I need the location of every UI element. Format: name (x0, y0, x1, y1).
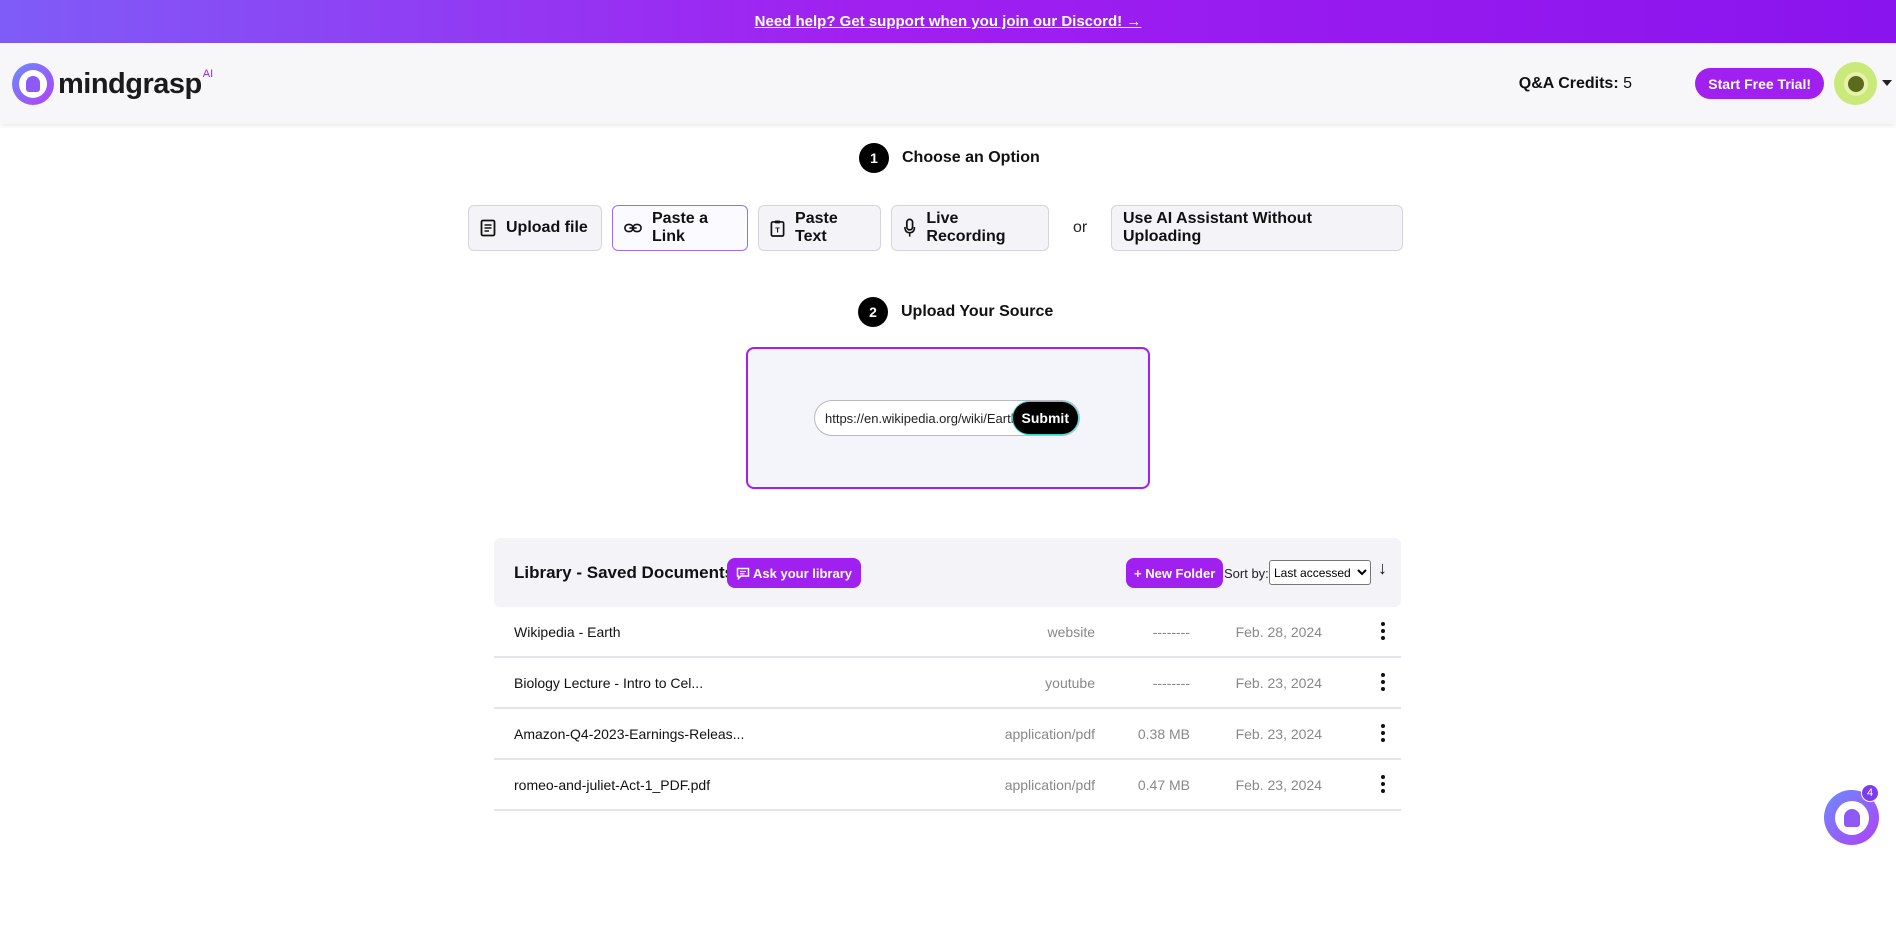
step-2-number: 2 (858, 297, 888, 327)
avatar-icon (1843, 71, 1868, 96)
ai-assistant-label: Use AI Assistant Without Uploading (1123, 210, 1312, 245)
link-url-input[interactable] (825, 401, 1025, 435)
library-row[interactable]: Amazon-Q4-2023-Earnings-Releas... applic… (494, 709, 1401, 760)
live-recording-label: Live Recording (926, 210, 1006, 245)
link-input-group: Submit (814, 400, 1080, 436)
logo-text: mindgrasp (58, 67, 202, 100)
ai-assistant-button[interactable]: Use AI Assistant Without Uploading (1111, 205, 1403, 251)
discord-link[interactable]: Need help? Get support when you join our… (755, 13, 1142, 30)
document-type: application/pdf (1004, 777, 1095, 793)
step-2-heading: 2 Upload Your Source (858, 297, 1053, 327)
document-date: Feb. 23, 2024 (1235, 675, 1322, 691)
library-title: Library - Saved Documents (514, 563, 735, 582)
document-name: Biology Lecture - Intro to Cel... (514, 675, 704, 691)
discord-banner: Need help? Get support when you join our… (0, 0, 1896, 43)
mindgrasp-logo[interactable]: mindgrasp AI (12, 63, 213, 105)
paste-text-button[interactable]: T Paste Text (758, 205, 881, 251)
credits-label: Q&A Credits: (1518, 75, 1619, 92)
library-row[interactable]: Biology Lecture - Intro to Cel... youtub… (494, 658, 1401, 709)
chat-icon (736, 567, 750, 580)
chat-notification-badge: 4 (1861, 784, 1879, 802)
document-name: Amazon-Q4-2023-Earnings-Releas... (514, 726, 745, 742)
submit-button[interactable]: Submit (1012, 402, 1078, 434)
document-icon (480, 219, 496, 237)
or-separator: or (1073, 219, 1088, 236)
credits-value: 5 (1623, 75, 1632, 92)
library-row[interactable]: romeo-and-juliet-Act-1_PDF.pdf applicati… (494, 760, 1401, 811)
sort-by-label: Sort by: (1224, 566, 1269, 581)
row-menu-kebab-icon[interactable] (1380, 673, 1386, 693)
document-date: Feb. 23, 2024 (1235, 726, 1322, 742)
upload-file-label: Upload file (506, 219, 588, 236)
ask-library-label: Ask your library (753, 565, 852, 581)
step-1-heading: 1 Choose an Option (859, 143, 1040, 173)
document-name: Wikipedia - Earth (514, 624, 621, 640)
avatar[interactable] (1834, 62, 1877, 105)
library-row[interactable]: Wikipedia - Earth website -------- Feb. … (494, 607, 1401, 658)
brain-chat-icon (1834, 800, 1869, 835)
paste-link-label: Paste a Link (652, 210, 709, 245)
document-type: website (1047, 624, 1095, 640)
svg-text:T: T (775, 225, 780, 234)
row-menu-kebab-icon[interactable] (1380, 724, 1386, 744)
top-header: mindgrasp AI Q&A Credits: 5 Start Free T… (0, 43, 1896, 124)
document-name: romeo-and-juliet-Act-1_PDF.pdf (514, 777, 711, 793)
document-size: 0.38 MB (1137, 726, 1190, 742)
document-type: youtube (1045, 675, 1095, 691)
paste-text-label: Paste Text (795, 210, 838, 245)
qa-credits: Q&A Credits: 5 (1519, 75, 1632, 93)
link-icon (624, 223, 642, 233)
document-size: -------- (1152, 675, 1190, 691)
document-date: Feb. 28, 2024 (1235, 624, 1322, 640)
row-menu-kebab-icon[interactable] (1380, 622, 1386, 642)
sort-select[interactable]: Last accessed (1269, 560, 1371, 585)
step-1-number: 1 (859, 143, 889, 173)
live-recording-button[interactable]: Live Recording (891, 205, 1049, 251)
library-header: Library - Saved Documents Ask your libra… (494, 538, 1401, 607)
logo-ai-superscript: AI (202, 68, 214, 80)
step-1-label: Choose an Option (902, 149, 1040, 166)
account-dropdown-caret-icon[interactable] (1882, 80, 1892, 86)
document-size: -------- (1152, 624, 1190, 640)
clipboard-icon: T (770, 220, 785, 237)
start-free-trial-button[interactable]: Start Free Trial! (1695, 68, 1824, 99)
step-2-label: Upload Your Source (901, 303, 1054, 320)
row-menu-kebab-icon[interactable] (1380, 775, 1386, 795)
upload-file-button[interactable]: Upload file (468, 205, 602, 251)
microphone-icon (904, 218, 916, 237)
ask-library-button[interactable]: Ask your library (727, 558, 861, 588)
sort-direction-arrow-icon[interactable]: ↓ (1378, 558, 1387, 579)
document-type: application/pdf (1004, 726, 1095, 742)
document-size: 0.47 MB (1137, 777, 1190, 793)
paste-link-button[interactable]: Paste a Link (612, 205, 748, 251)
brain-logo-icon (12, 63, 54, 105)
new-folder-button[interactable]: + New Folder (1126, 558, 1224, 588)
library-panel: Library - Saved Documents Ask your libra… (494, 538, 1401, 811)
document-date: Feb. 23, 2024 (1235, 777, 1322, 793)
